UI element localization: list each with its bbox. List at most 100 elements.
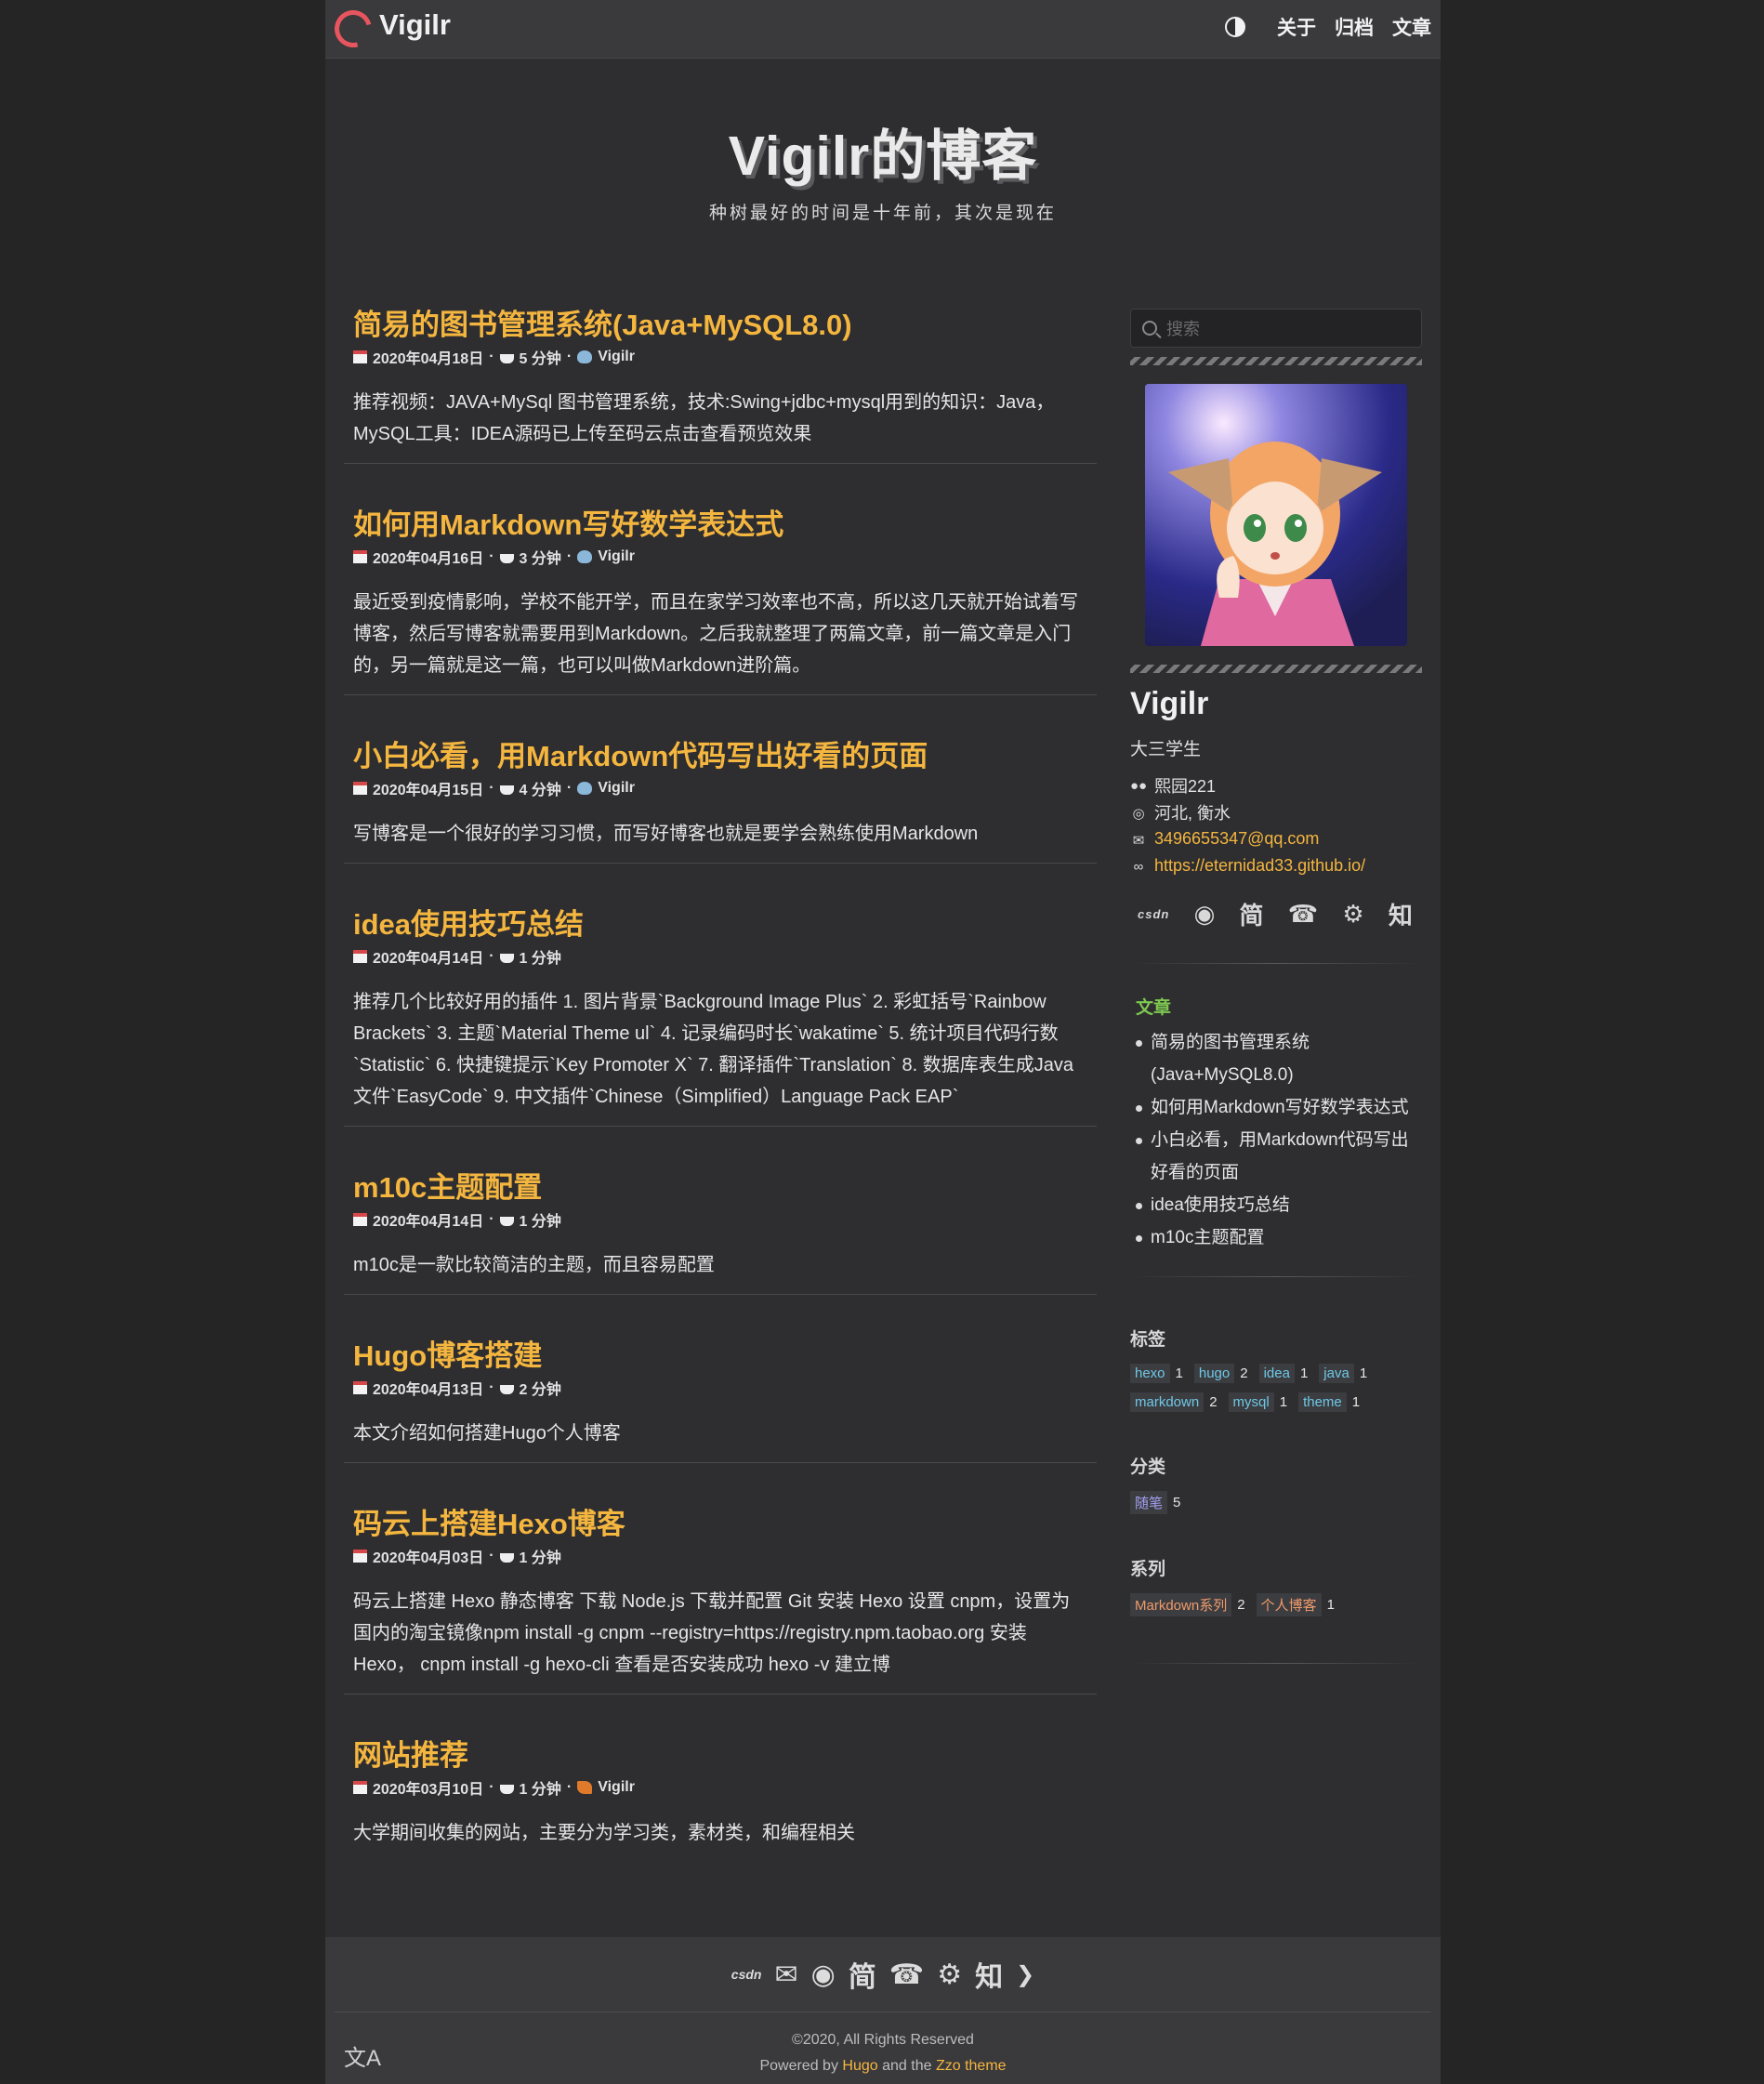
tag-chip[interactable]: 随笔 5 <box>1130 1491 1180 1514</box>
post-read-time: 1 分钟 <box>519 1214 561 1230</box>
tag-label[interactable]: hugo <box>1193 1364 1235 1383</box>
post-author[interactable]: Vigilr <box>598 1779 635 1796</box>
post-author[interactable]: Vigilr <box>598 780 635 797</box>
post-date: 2020年04月18日 <box>373 351 484 367</box>
steam-icon[interactable]: ⚙ <box>1342 900 1363 929</box>
tag-chip[interactable]: markdown 2 <box>1130 1392 1218 1412</box>
post-item: 网站推荐 2020年03月10日 · 1 分钟 · Vigilr 大学期间收集的网站，主要分… <box>344 1737 1097 1862</box>
tag-label[interactable]: 个人博客 <box>1256 1593 1322 1616</box>
tag-chip[interactable]: mysql 1 <box>1228 1392 1287 1412</box>
divider <box>1130 963 1422 964</box>
post-author[interactable]: Vigilr <box>598 349 635 365</box>
tag-chip[interactable]: 个人博客 1 <box>1256 1593 1335 1616</box>
nav-about[interactable]: 关于 <box>1277 13 1316 41</box>
recent-post-item[interactable]: 如何用Markdown写好数学表达式 <box>1130 1091 1422 1124</box>
post-title[interactable]: 小白必看，用Markdown代码写出好看的页面 <box>353 738 1087 775</box>
tag-chip[interactable]: idea 1 <box>1258 1364 1308 1383</box>
logo-icon[interactable] <box>327 3 379 55</box>
github-icon[interactable]: ◉ <box>1194 900 1216 929</box>
theme-link[interactable]: Zzo theme <box>936 2058 1007 2074</box>
post-title[interactable]: m10c主题配置 <box>353 1169 1087 1207</box>
author-icon <box>577 550 593 563</box>
tag-chip[interactable]: java 1 <box>1319 1364 1367 1383</box>
github-icon[interactable]: ◉ <box>811 1959 836 1991</box>
tag-chip[interactable]: hugo 2 <box>1193 1364 1248 1383</box>
email-link[interactable]: 3496655347@qq.com <box>1154 829 1319 849</box>
post-title[interactable]: idea使用技巧总结 <box>353 906 1087 943</box>
tag-chip[interactable]: hexo 1 <box>1130 1364 1183 1383</box>
steam-icon[interactable]: ⚙ <box>937 1959 962 1991</box>
csdn-icon[interactable]: csdn <box>731 1967 762 1982</box>
post-title[interactable]: 如何用Markdown写好数学表达式 <box>353 507 1087 544</box>
search-placeholder: 搜索 <box>1166 320 1200 338</box>
avatar <box>1145 384 1407 646</box>
jianshu-icon[interactable]: 简 <box>849 1954 876 1995</box>
top-navbar: Vigilr 关于 归档 文章 <box>325 0 1441 59</box>
tag-label[interactable]: java <box>1319 1364 1354 1383</box>
phone-icon[interactable]: ☎ <box>889 1959 924 1991</box>
nav-archive[interactable]: 归档 <box>1335 13 1374 41</box>
post-meta: 2020年04月13日 · 2 分钟 <box>353 1377 1087 1399</box>
tag-label[interactable]: markdown <box>1130 1392 1205 1412</box>
tag-label[interactable]: hexo <box>1130 1364 1170 1383</box>
tag-label[interactable]: theme <box>1298 1392 1347 1412</box>
post-summary: m10c是一款比较简洁的主题，而且容易配置 <box>353 1255 715 1275</box>
post-item: Hugo博客搭建 2020年04月13日 · 2 分钟 本文介绍如何搭建Hugo个人博客 <box>344 1338 1097 1463</box>
meta-sep: · <box>489 948 494 964</box>
calendar-icon <box>353 550 367 563</box>
recent-post-item[interactable]: m10c主题配置 <box>1130 1221 1422 1254</box>
coffee-icon <box>499 1785 514 1794</box>
post-summary: 本文介绍如何搭建Hugo个人博客 <box>353 1423 621 1444</box>
categories-heading: 分类 <box>1130 1457 1166 1477</box>
phone-icon[interactable]: ☎ <box>1288 900 1318 929</box>
post-read-time: 1 分钟 <box>519 1782 561 1798</box>
meta-sep: · <box>489 1211 494 1227</box>
hugo-link[interactable]: Hugo <box>842 2058 877 2074</box>
series-heading: 系列 <box>1130 1560 1166 1579</box>
search-input[interactable]: 搜索 <box>1130 309 1422 348</box>
zhihu-icon[interactable]: 知 <box>1389 897 1413 931</box>
post-item: idea使用技巧总结 2020年04月14日 · 1 分钟 推荐几个比较好用的插件 1.… <box>344 906 1097 1127</box>
post-author[interactable]: Vigilr <box>598 548 635 565</box>
zhihu-icon[interactable]: 知 <box>975 1954 1003 1995</box>
tag-label[interactable]: Markdown系列 <box>1130 1593 1232 1616</box>
calendar-icon <box>353 350 367 363</box>
rss-icon[interactable]: ❯ <box>1016 1961 1034 1988</box>
post-title[interactable]: 码云上搭建Hexo博客 <box>353 1506 1087 1543</box>
post-title[interactable]: 简易的图书管理系统(Java+MySQL8.0) <box>353 307 1087 344</box>
tag-count: 2 <box>1237 1597 1245 1613</box>
tag-label[interactable]: mysql <box>1228 1392 1274 1412</box>
recent-post-item[interactable]: 简易的图书管理系统(Java+MySQL8.0) <box>1130 1026 1422 1091</box>
recent-post-item[interactable]: 小白必看，用Markdown代码写出好看的页面 <box>1130 1124 1422 1189</box>
post-meta: 2020年04月14日 · 1 分钟 <box>353 1208 1087 1231</box>
mail-icon[interactable]: ✉ <box>774 1959 797 1991</box>
divider <box>1130 1663 1422 1664</box>
recent-post-item[interactable]: idea使用技巧总结 <box>1130 1189 1422 1221</box>
author-org: ●● 熙园221 <box>1130 775 1422 796</box>
author-website: ∞ https://eternidad33.github.io/ <box>1130 856 1422 876</box>
website-link[interactable]: https://eternidad33.github.io/ <box>1154 856 1365 876</box>
jianshu-icon[interactable]: 简 <box>1240 897 1264 931</box>
post-title[interactable]: 网站推荐 <box>353 1737 1087 1774</box>
tag-count: 1 <box>1326 1597 1335 1613</box>
post-summary: 推荐几个比较好用的插件 1. 图片背景`Background Image Plu… <box>353 992 1073 1107</box>
post-title[interactable]: Hugo博客搭建 <box>353 1338 1087 1375</box>
calendar-icon <box>353 1550 367 1563</box>
meta-sep: · <box>489 1548 494 1563</box>
coffee-icon <box>499 1553 514 1563</box>
author-email: ✉ 3496655347@qq.com <box>1130 829 1422 849</box>
tag-label[interactable]: 随笔 <box>1130 1491 1168 1514</box>
tag-chip[interactable]: Markdown系列 2 <box>1130 1593 1245 1616</box>
site-name[interactable]: Vigilr <box>379 8 451 42</box>
meta-sep: · <box>566 349 573 364</box>
tag-label[interactable]: idea <box>1258 1364 1295 1383</box>
meta-sep: · <box>489 1379 494 1395</box>
tag-count: 2 <box>1209 1394 1218 1410</box>
tag-chip[interactable]: theme 1 <box>1298 1392 1360 1412</box>
post-date: 2020年03月10日 <box>373 1782 484 1798</box>
csdn-icon[interactable]: csdn <box>1138 907 1169 921</box>
theme-toggle-icon[interactable] <box>1225 17 1245 37</box>
post-read-time: 1 分钟 <box>519 951 561 967</box>
nav-posts[interactable]: 文章 <box>1392 13 1431 41</box>
author-icon <box>577 350 593 363</box>
